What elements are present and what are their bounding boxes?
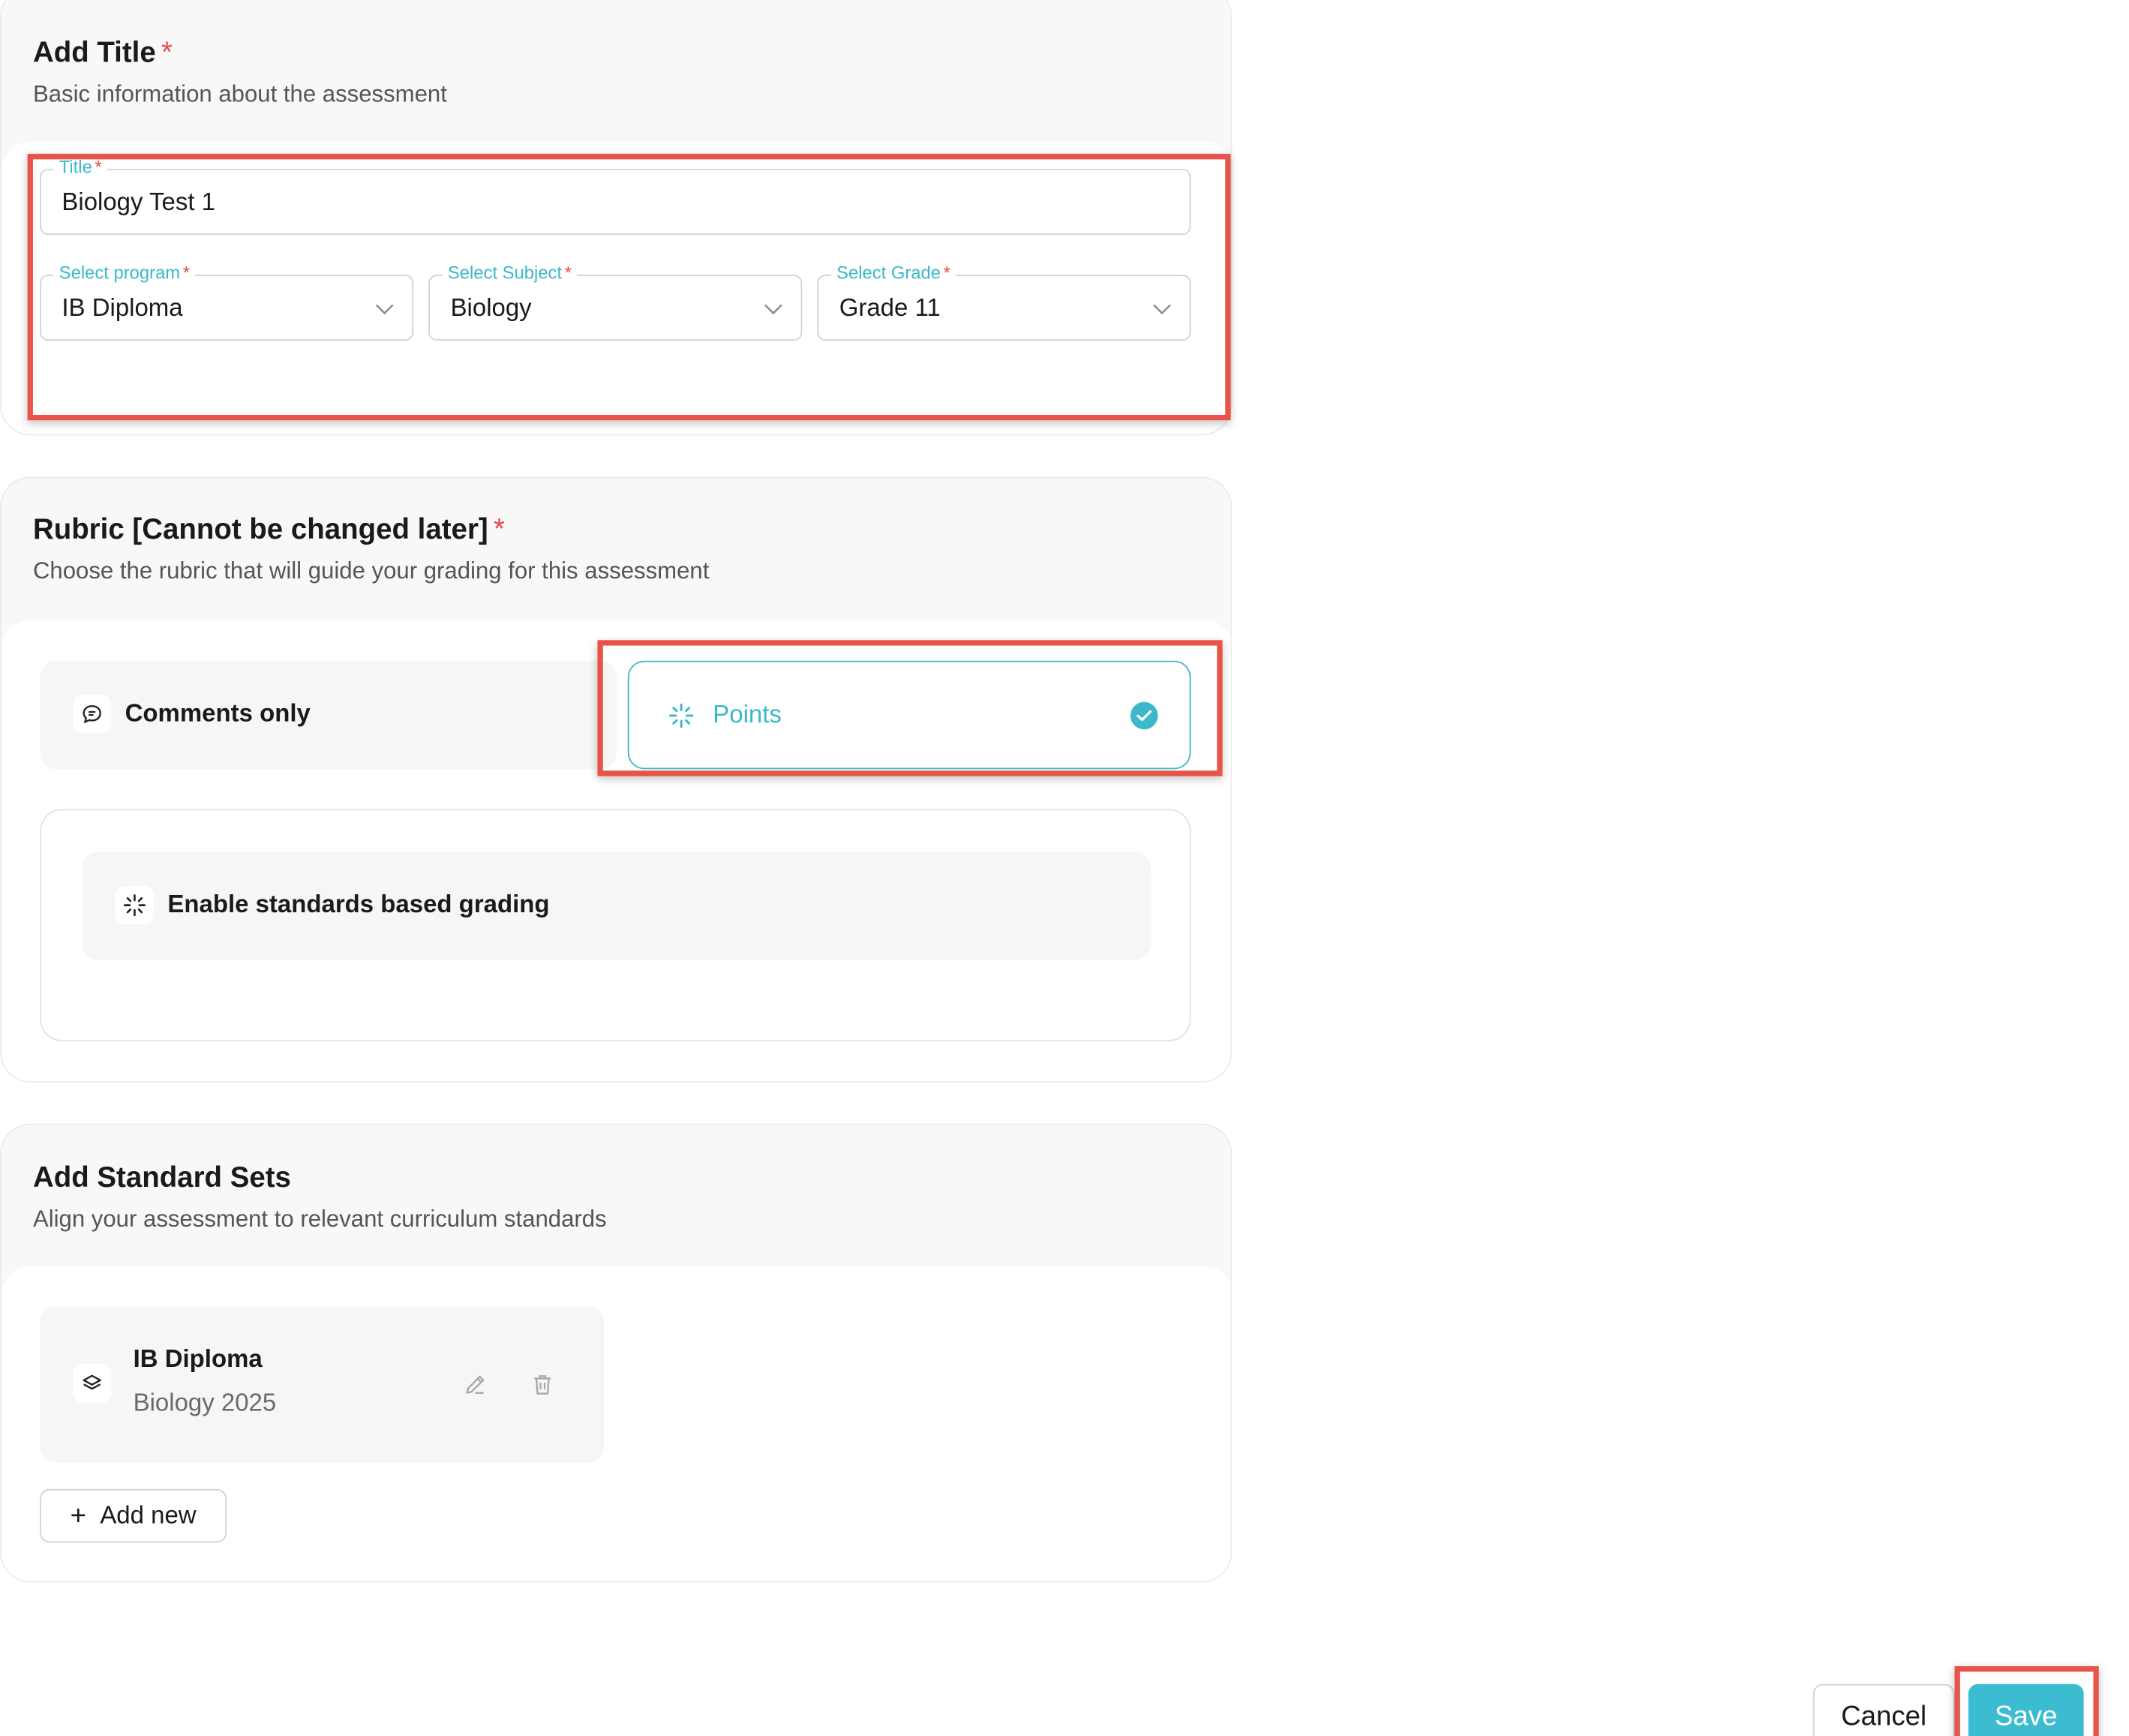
cancel-button[interactable]: Cancel bbox=[1812, 1683, 1955, 1736]
layers-icon bbox=[83, 1374, 101, 1390]
title-card: Add Title * Basic information about the a… bbox=[0, 0, 1233, 436]
rubric-card-body: Comments only Points Enable standards ba… bbox=[1, 619, 1231, 1081]
cancel-button-label: Cancel bbox=[1841, 1701, 1927, 1731]
add-new-button[interactable]: + Add new bbox=[40, 1488, 227, 1543]
subject-select-value: Biology bbox=[450, 293, 532, 322]
title-card-body: Title * Biology Test 1 Select program * IB… bbox=[1, 141, 1231, 434]
grade-select[interactable]: Select Grade * Grade 11 bbox=[817, 262, 1191, 341]
rubric-option-comments-label: Comments only bbox=[125, 698, 311, 727]
check-circle-icon bbox=[1130, 701, 1158, 730]
rubric-option-points-label: Points bbox=[713, 700, 782, 728]
rubric-card-heading: Rubric [Cannot be changed later] bbox=[32, 513, 488, 545]
chevron-down-icon bbox=[375, 304, 394, 315]
subject-select[interactable]: Select Subject * Biology bbox=[428, 262, 803, 341]
rubric-card-subtitle: Choose the rubric that will guide your g… bbox=[32, 557, 710, 584]
required-mark: * bbox=[494, 513, 506, 545]
chevron-down-icon bbox=[764, 304, 782, 315]
grade-select-value: Grade 11 bbox=[839, 293, 941, 322]
title-card-heading: Add Title bbox=[32, 37, 156, 69]
title-input[interactable]: Title * Biology Test 1 bbox=[40, 156, 1191, 236]
rubric-card: Rubric [Cannot be changed later] * Choose… bbox=[0, 476, 1233, 1083]
standards-grading-label: Enable standards based grading bbox=[167, 890, 550, 918]
standard-sets-body: IB Diploma Biology 2025 + Add new bbox=[1, 1266, 1231, 1581]
chevron-down-icon bbox=[1153, 304, 1171, 315]
sparkle-icon bbox=[123, 894, 146, 917]
save-button[interactable]: Save bbox=[1968, 1683, 2084, 1736]
standard-sets-header: Add Standard Sets Align your assessment … bbox=[33, 1162, 607, 1233]
rubric-option-comments[interactable]: Comments only bbox=[40, 660, 617, 770]
add-new-label: Add new bbox=[100, 1501, 197, 1529]
program-select[interactable]: Select program * IB Diploma bbox=[40, 262, 414, 341]
plus-icon: + bbox=[70, 1500, 87, 1531]
program-select-value: IB Diploma bbox=[62, 293, 183, 322]
grade-select-label: Select Grade bbox=[836, 262, 941, 284]
save-button-label: Save bbox=[1994, 1701, 2058, 1731]
title-card-subtitle: Basic information about the assessment bbox=[32, 81, 447, 107]
rubric-option-points[interactable]: Points bbox=[627, 660, 1191, 770]
program-select-label: Select program bbox=[59, 262, 181, 284]
title-card-header: Add Title * Basic information about the a… bbox=[33, 37, 447, 108]
standard-set-name: IB Diploma bbox=[133, 1344, 263, 1373]
trash-icon[interactable] bbox=[530, 1372, 555, 1397]
standard-sets-card: Add Standard Sets Align your assessment … bbox=[0, 1123, 1233, 1583]
chat-bubble-icon bbox=[83, 704, 101, 724]
subject-select-label: Select Subject bbox=[447, 262, 563, 284]
rubric-card-header: Rubric [Cannot be changed later] * Choose… bbox=[33, 514, 709, 585]
pencil-icon[interactable] bbox=[463, 1372, 488, 1397]
required-mark: * bbox=[161, 37, 173, 69]
standard-set-detail: Biology 2025 bbox=[133, 1389, 277, 1416]
standard-sets-subtitle: Align your assessment to relevant curric… bbox=[32, 1206, 607, 1233]
standard-set-item: IB Diploma Biology 2025 bbox=[40, 1306, 605, 1464]
title-input-label: Title bbox=[59, 156, 92, 178]
sparkle-icon bbox=[669, 703, 694, 728]
standard-sets-heading: Add Standard Sets bbox=[32, 1162, 291, 1194]
title-input-value: Biology Test 1 bbox=[62, 188, 216, 216]
standards-grading-panel: Enable standards based grading bbox=[40, 809, 1191, 1041]
standards-grading-toggle[interactable]: Enable standards based grading bbox=[82, 851, 1152, 960]
